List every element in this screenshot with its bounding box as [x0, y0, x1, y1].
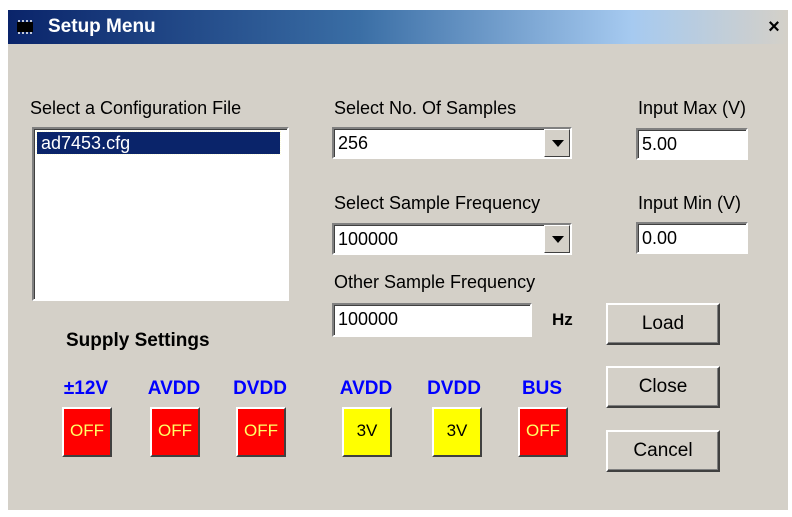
frequency-value: 100000 — [338, 229, 399, 249]
rail-label-bus: BUS — [521, 378, 563, 399]
input-min-field[interactable]: 0.00 — [636, 222, 748, 254]
supply-settings-title: Supply Settings — [66, 330, 210, 351]
chip-icon — [17, 20, 33, 34]
list-item[interactable]: ad7453.cfg — [36, 131, 281, 155]
chevron-down-icon[interactable] — [544, 129, 570, 157]
input-min-label: Input Min (V) — [638, 193, 742, 213]
cancel-button[interactable]: Cancel — [606, 430, 720, 472]
rail-label-avdd: AVDD — [147, 378, 201, 399]
title-bar[interactable]: Setup Menu — [8, 10, 788, 44]
other-frequency-input[interactable]: 100000 — [332, 303, 532, 337]
frequency-label: Select Sample Frequency — [334, 193, 541, 213]
samples-value: 256 — [338, 133, 369, 153]
dvdd-toggle-button[interactable]: OFF — [236, 407, 286, 457]
other-frequency-label: Other Sample Frequency — [334, 272, 536, 292]
samples-label: Select No. Of Samples — [334, 98, 517, 118]
pm12v-toggle-button[interactable]: OFF — [62, 407, 112, 457]
dvdd-3v-toggle-button[interactable]: 3V — [432, 407, 482, 457]
load-button[interactable]: Load — [606, 303, 720, 345]
avdd-3v-toggle-button[interactable]: 3V — [342, 407, 392, 457]
window-title: Setup Menu — [48, 16, 156, 37]
rail-label-pm12v: ±12V — [63, 378, 109, 399]
bus-toggle-button[interactable]: OFF — [518, 407, 568, 457]
input-max-value: 5.00 — [642, 134, 678, 154]
close-button[interactable]: Close — [606, 366, 720, 408]
setup-menu-window: Setup Menu × Select a Configuration File… — [8, 10, 788, 510]
config-file-label: Select a Configuration File — [30, 98, 242, 118]
close-icon[interactable]: × — [762, 16, 786, 38]
other-frequency-value: 100000 — [338, 309, 399, 329]
rail-label-dvdd-2: DVDD — [427, 378, 481, 399]
rail-label-avdd-2: AVDD — [339, 378, 393, 399]
rail-label-dvdd: DVDD — [233, 378, 287, 399]
input-max-field[interactable]: 5.00 — [636, 128, 748, 160]
avdd-toggle-button[interactable]: OFF — [150, 407, 200, 457]
chevron-down-icon[interactable] — [544, 225, 570, 253]
samples-dropdown[interactable]: 256 — [332, 127, 572, 159]
config-file-list[interactable]: ad7453.cfg — [32, 127, 289, 301]
frequency-dropdown[interactable]: 100000 — [332, 223, 572, 255]
input-max-label: Input Max (V) — [638, 98, 747, 118]
input-min-value: 0.00 — [642, 228, 678, 248]
frequency-unit: Hz — [552, 310, 573, 329]
